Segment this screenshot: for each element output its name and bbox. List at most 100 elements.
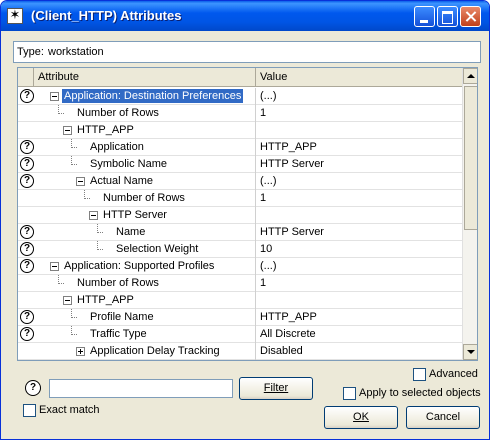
table-row[interactable]: HTTP Server xyxy=(18,207,462,224)
table-row[interactable]: ? Application: Supported Profiles (...) xyxy=(18,258,462,275)
attribute-grid: Attribute Value ? Application: Destinatio… xyxy=(17,67,478,361)
table-row[interactable]: Number of Rows 1 xyxy=(18,190,462,207)
attribute-cell[interactable]: Symbolic Name xyxy=(34,156,256,173)
tree-connector xyxy=(97,241,103,250)
table-row[interactable]: ? Application: Destination Preferences (..… xyxy=(18,88,462,105)
attribute-cell[interactable]: Selection Weight xyxy=(34,241,256,258)
attribute-label: Number of Rows xyxy=(77,277,159,289)
attribute-value[interactable]: Disabled xyxy=(260,345,303,357)
maximize-button[interactable] xyxy=(437,6,458,27)
column-header-value[interactable]: Value xyxy=(256,68,462,87)
tree-connector xyxy=(84,190,90,199)
table-row[interactable]: ? Actual Name (...) xyxy=(18,173,462,190)
table-row[interactable]: ? Traffic Type All Discrete xyxy=(18,326,462,343)
attribute-label: HTTP Server xyxy=(103,209,167,221)
table-row[interactable]: ? Profile Name HTTP_APP xyxy=(18,309,462,326)
attribute-value[interactable]: HTTP Server xyxy=(260,226,324,238)
table-row[interactable]: HTTP_APP xyxy=(18,122,462,139)
attribute-value[interactable]: HTTP_APP xyxy=(260,311,317,323)
attribute-value[interactable]: All Discrete xyxy=(260,328,316,340)
help-icon[interactable]: ? xyxy=(20,140,34,154)
attribute-cell[interactable]: HTTP_APP xyxy=(34,292,256,309)
help-icon[interactable]: ? xyxy=(20,157,34,171)
table-row[interactable]: HTTP_APP xyxy=(18,292,462,309)
attribute-cell[interactable]: Application Delay Tracking xyxy=(34,343,256,360)
help-icon[interactable]: ? xyxy=(20,242,34,256)
type-field: Type: workstation xyxy=(13,41,481,63)
attribute-cell[interactable]: Number of Rows xyxy=(34,275,256,292)
minimize-button[interactable] xyxy=(414,6,435,27)
help-icon[interactable]: ? xyxy=(20,327,34,341)
help-icon[interactable]: ? xyxy=(20,259,34,273)
scroll-down-arrow-icon[interactable] xyxy=(463,344,477,360)
table-row[interactable]: Application Delay Tracking Disabled xyxy=(18,343,462,360)
row-help-cell: ? xyxy=(18,88,34,105)
table-row[interactable]: ? Selection Weight 10 xyxy=(18,241,462,258)
collapse-minus-icon[interactable] xyxy=(63,126,72,135)
ok-button[interactable]: OK xyxy=(324,406,398,429)
row-help-cell: ? xyxy=(18,173,34,190)
attribute-label: Symbolic Name xyxy=(90,158,168,170)
expand-plus-icon[interactable] xyxy=(76,347,85,356)
collapse-minus-icon[interactable] xyxy=(89,211,98,220)
help-icon[interactable]: ? xyxy=(20,225,34,239)
search-input[interactable] xyxy=(49,379,233,398)
table-row[interactable]: Number of Rows 1 xyxy=(18,105,462,122)
attribute-label: HTTP_APP xyxy=(77,124,134,136)
attribute-value[interactable]: 1 xyxy=(260,192,266,204)
table-row[interactable]: ? Application HTTP_APP xyxy=(18,139,462,156)
help-icon[interactable]: ? xyxy=(20,89,34,103)
close-button[interactable] xyxy=(460,6,481,27)
attribute-cell[interactable]: Traffic Type xyxy=(34,326,256,343)
attribute-cell[interactable]: Application xyxy=(34,139,256,156)
table-row[interactable]: ? Symbolic Name HTTP Server xyxy=(18,156,462,173)
attribute-value[interactable]: 10 xyxy=(260,243,272,255)
attribute-cell[interactable]: Profile Name xyxy=(34,309,256,326)
cancel-button[interactable]: Cancel xyxy=(406,406,480,429)
attribute-value[interactable]: HTTP_APP xyxy=(260,141,317,153)
row-help-cell xyxy=(18,275,34,292)
cancel-button-label: Cancel xyxy=(425,411,461,423)
attribute-value[interactable]: (...) xyxy=(260,175,277,187)
attribute-value[interactable]: 1 xyxy=(260,277,266,289)
attribute-cell[interactable]: Application: Supported Profiles xyxy=(34,258,256,275)
attribute-value[interactable]: HTTP Server xyxy=(260,158,324,170)
table-row[interactable]: Number of Rows 1 xyxy=(18,275,462,292)
filter-button-label: Filter xyxy=(263,382,289,394)
advanced-checkbox[interactable] xyxy=(413,368,426,381)
collapse-minus-icon[interactable] xyxy=(63,296,72,305)
title-bar[interactable]: ✶ (Client_HTTP) Attributes xyxy=(1,1,489,31)
attribute-value[interactable]: 1 xyxy=(260,107,266,119)
row-help-cell: ? xyxy=(18,224,34,241)
attribute-value[interactable]: (...) xyxy=(260,260,277,272)
attribute-label: Application: Supported Profiles xyxy=(64,260,215,272)
attribute-cell[interactable]: Actual Name xyxy=(34,173,256,190)
collapse-minus-icon[interactable] xyxy=(50,262,59,271)
attribute-cell[interactable]: Name xyxy=(34,224,256,241)
help-icon[interactable]: ? xyxy=(25,380,41,396)
scroll-up-arrow-icon[interactable] xyxy=(463,68,477,84)
app-star-icon: ✶ xyxy=(7,8,23,24)
exact-match-checkbox[interactable] xyxy=(23,404,36,417)
table-row[interactable]: ? Name HTTP Server xyxy=(18,224,462,241)
apply-selected-checkbox[interactable] xyxy=(343,387,356,400)
help-icon[interactable]: ? xyxy=(20,310,34,324)
tree-connector xyxy=(71,156,77,165)
attribute-label: Name xyxy=(116,226,146,238)
attribute-label: Application: Destination Preferences xyxy=(62,89,244,103)
collapse-minus-icon[interactable] xyxy=(76,177,85,186)
attribute-cell[interactable]: Number of Rows xyxy=(34,190,256,207)
attribute-value[interactable]: (...) xyxy=(260,90,277,102)
scroll-thumb[interactable] xyxy=(464,86,477,230)
apply-selected-label: Apply to selected objects xyxy=(359,387,481,399)
attribute-label: HTTP_APP xyxy=(77,294,134,306)
attribute-cell[interactable]: Application: Destination Preferences xyxy=(34,88,256,105)
filter-button[interactable]: Filter xyxy=(239,377,313,400)
attribute-cell[interactable]: Number of Rows xyxy=(34,105,256,122)
attribute-cell[interactable]: HTTP Server xyxy=(34,207,256,224)
vertical-scrollbar[interactable] xyxy=(462,68,477,360)
column-header-attribute[interactable]: Attribute xyxy=(34,68,256,87)
collapse-minus-icon[interactable] xyxy=(50,92,59,101)
attribute-cell[interactable]: HTTP_APP xyxy=(34,122,256,139)
help-icon[interactable]: ? xyxy=(20,174,34,188)
